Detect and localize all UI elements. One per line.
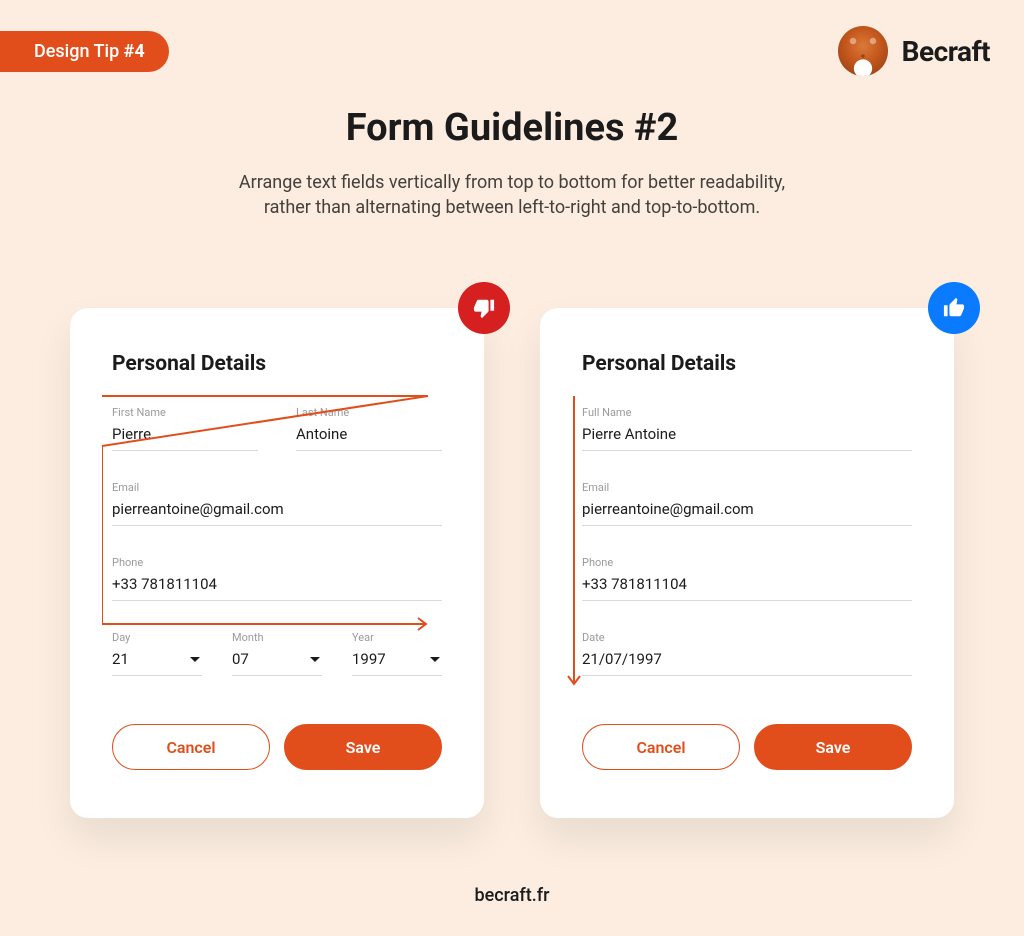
month-label: Month bbox=[232, 631, 322, 644]
phone-value: +33 781811104 bbox=[112, 575, 217, 593]
tip-prefix: Design Tip bbox=[34, 41, 124, 62]
thumbs-down-icon bbox=[473, 297, 495, 319]
month-select[interactable]: Month 07 bbox=[232, 631, 322, 676]
email-value: pierreantoine@gmail.com bbox=[582, 500, 754, 518]
phone-label: Phone bbox=[582, 556, 912, 569]
last-name-field[interactable]: Last Name Antoine bbox=[296, 406, 442, 451]
email-value: pierreantoine@gmail.com bbox=[112, 500, 284, 518]
card-heading: Personal Details bbox=[582, 352, 912, 376]
thumbs-down-badge bbox=[458, 282, 510, 334]
vertical-flow-illustration bbox=[564, 396, 584, 692]
first-name-value: Pierre bbox=[112, 425, 151, 443]
thumbs-up-badge bbox=[928, 282, 980, 334]
month-value: 07 bbox=[232, 650, 249, 668]
footer-link: becraft.fr bbox=[0, 885, 1024, 906]
page-subtitle: Arrange text fields vertically from top … bbox=[222, 170, 802, 220]
card-heading: Personal Details bbox=[112, 352, 442, 376]
date-field[interactable]: Date 21/07/1997 bbox=[582, 631, 912, 676]
save-button[interactable]: Save bbox=[754, 724, 912, 770]
cancel-button[interactable]: Cancel bbox=[582, 724, 740, 770]
year-value: 1997 bbox=[352, 650, 386, 668]
full-name-field[interactable]: Full Name Pierre Antoine bbox=[582, 406, 912, 451]
tip-number: #4 bbox=[124, 41, 145, 62]
date-value: 21/07/1997 bbox=[582, 650, 662, 668]
phone-label: Phone bbox=[112, 556, 442, 569]
last-name-value: Antoine bbox=[296, 425, 347, 443]
email-field[interactable]: Email pierreantoine@gmail.com bbox=[112, 481, 442, 526]
page-title: Form Guidelines #2 bbox=[0, 106, 1024, 150]
brand-block: Becraft bbox=[838, 26, 990, 76]
last-name-label: Last Name bbox=[296, 406, 442, 419]
phone-value: +33 781811104 bbox=[582, 575, 687, 593]
chevron-down-icon bbox=[190, 657, 200, 662]
year-select[interactable]: Year 1997 bbox=[352, 631, 442, 676]
day-label: Day bbox=[112, 631, 202, 644]
email-label: Email bbox=[582, 481, 912, 494]
phone-field[interactable]: Phone +33 781811104 bbox=[582, 556, 912, 601]
brand-name: Becraft bbox=[902, 35, 990, 68]
day-select[interactable]: Day 21 bbox=[112, 631, 202, 676]
email-field[interactable]: Email pierreantoine@gmail.com bbox=[582, 481, 912, 526]
card-bad-example: Personal Details First Name Pierre Last … bbox=[70, 308, 484, 818]
full-name-value: Pierre Antoine bbox=[582, 425, 676, 443]
cancel-button[interactable]: Cancel bbox=[112, 724, 270, 770]
save-button[interactable]: Save bbox=[284, 724, 442, 770]
brand-avatar bbox=[838, 26, 888, 76]
date-label: Date bbox=[582, 631, 912, 644]
chevron-down-icon bbox=[430, 657, 440, 662]
thumbs-up-icon bbox=[943, 297, 965, 319]
first-name-label: First Name bbox=[112, 406, 258, 419]
email-label: Email bbox=[112, 481, 442, 494]
year-label: Year bbox=[352, 631, 442, 644]
phone-field[interactable]: Phone +33 781811104 bbox=[112, 556, 442, 601]
design-tip-badge: Design Tip #4 bbox=[0, 31, 169, 72]
chevron-down-icon bbox=[310, 657, 320, 662]
day-value: 21 bbox=[112, 650, 129, 668]
card-good-example: Personal Details Full Name Pierre Antoin… bbox=[540, 308, 954, 818]
first-name-field[interactable]: First Name Pierre bbox=[112, 406, 258, 451]
full-name-label: Full Name bbox=[582, 406, 912, 419]
